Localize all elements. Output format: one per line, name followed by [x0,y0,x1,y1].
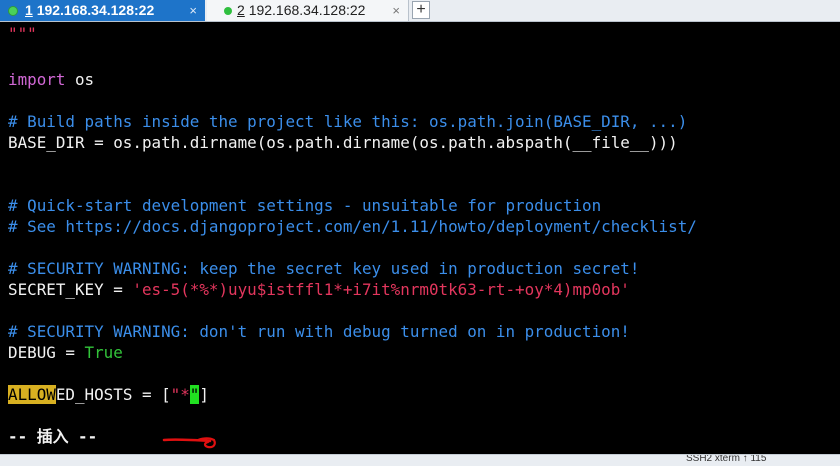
tab-session-2[interactable]: 2 192.168.34.128:22 × [207,0,409,21]
search-match-highlight: ALLOW [8,385,56,404]
tab-bar: 1 192.168.34.128:22 × 2 192.168.34.128:2… [0,0,840,22]
close-tab-icon[interactable]: × [189,0,197,21]
code-line: DEBUG = True [8,343,123,362]
tab-label: 2 192.168.34.128:22 [237,2,366,18]
code-comment: # Quick-start development settings - uns… [8,196,602,215]
code-comment: # Build paths inside the project like th… [8,112,688,131]
connected-status-icon [9,7,17,15]
code-line: import os [8,70,95,89]
text-cursor: " [189,385,200,404]
code-line: ALLOWED_HOSTS = ["*"] [8,385,209,404]
status-text: SSH2 xterm ↑ 115 [686,454,767,464]
add-tab-button[interactable]: + [412,1,430,19]
code-line: """ [8,24,37,43]
code-comment: # SECURITY WARNING: keep the secret key … [8,259,640,278]
red-underline-annotation [162,437,216,449]
tab-label: 1 192.168.34.128:22 [25,2,155,18]
close-tab-icon[interactable]: × [392,0,400,21]
terminal-editor[interactable]: """ import os # Build paths inside the p… [0,22,840,454]
status-bar: SSH2 xterm ↑ 115 [0,454,840,466]
code-comment: # See https://docs.djangoproject.com/en/… [8,217,697,236]
vim-mode-indicator: -- 插入 -- [8,427,98,446]
code-line: SECRET_KEY = 'es-5(*%*)uyu$istffl1*+i7it… [8,280,630,299]
code-line: BASE_DIR = os.path.dirname(os.path.dirna… [8,133,678,152]
connected-status-icon [224,7,232,15]
code-comment: # SECURITY WARNING: don't run with debug… [8,322,630,341]
tab-session-1[interactable]: 1 192.168.34.128:22 × [0,0,205,21]
